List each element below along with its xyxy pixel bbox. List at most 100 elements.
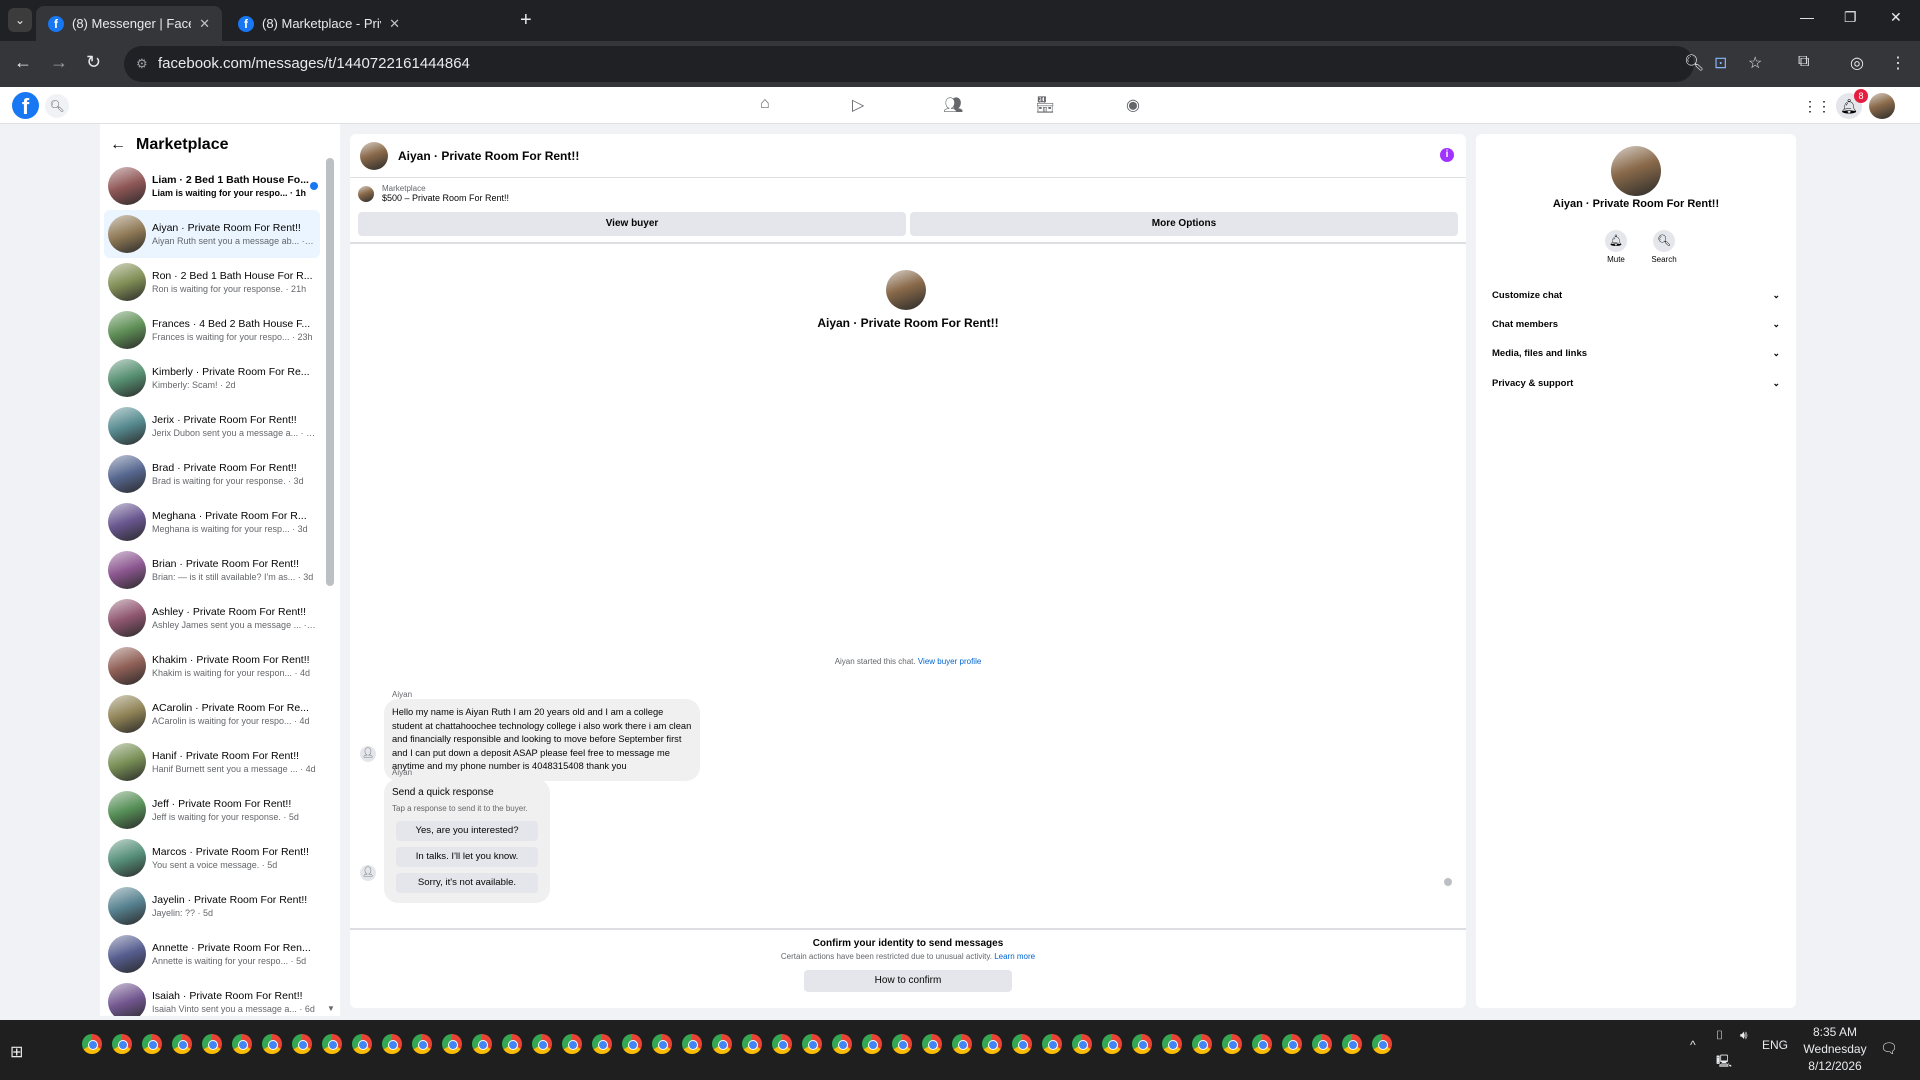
chrome-taskbar-icon[interactable] [652,1034,672,1054]
buyer-avatar[interactable] [886,270,926,310]
chrome-taskbar-icon[interactable] [1012,1034,1032,1054]
account-avatar[interactable] [1869,93,1895,119]
chat-list-item[interactable]: Isaiah · Private Room For Rent!! Isaiah V… [104,978,320,1016]
chat-list-item[interactable]: Kimberly · Private Room For Re... Kimberl… [104,354,320,402]
profile-icon[interactable]: ◎ [1850,53,1864,73]
home-icon[interactable]: ⌂ [760,95,770,113]
back-arrow-icon[interactable]: ← [110,136,126,154]
chat-list-item[interactable]: Frances · 4 Bed 2 Bath House F... Frances… [104,306,320,354]
details-avatar[interactable] [1611,146,1661,196]
view-buyer-profile-link[interactable]: View buyer profile [918,657,981,666]
chrome-taskbar-icon[interactable] [412,1034,432,1054]
chat-list-item[interactable]: Marcos · Private Room For Rent!! You sent… [104,834,320,882]
chrome-taskbar-icon[interactable] [442,1034,462,1054]
view-buyer-button[interactable]: View buyer [358,212,906,236]
tab-search-chevron-icon[interactable]: ⌄ [8,8,32,32]
marketplace-icon[interactable]: 🏪︎ [1035,95,1055,115]
chat-list-item[interactable]: Jayelin · Private Room For Rent!! Jayelin… [104,882,320,930]
site-info-icon[interactable]: ⚙ [136,46,148,82]
quick-response-option[interactable]: Sorry, it's not available. [396,873,538,894]
back-arrow-icon[interactable]: ← [14,52,32,73]
chrome-taskbar-icon[interactable] [592,1034,612,1054]
marketplace-listing-banner[interactable]: Marketplace $500 – Private Room For Rent… [358,184,509,203]
windows-start-icon[interactable]: ⊞ [10,1042,23,1062]
chrome-taskbar-icon[interactable] [1312,1034,1332,1054]
chat-list-scrollbar[interactable] [326,158,334,586]
forward-arrow-icon[interactable]: → [50,52,68,73]
minimize-window-icon[interactable]: — [1800,9,1814,25]
chrome-taskbar-icon[interactable] [802,1034,822,1054]
tab-messenger[interactable]: f (8) Messenger | Facebook ✕ [36,6,222,41]
language-indicator[interactable]: ENG [1762,1038,1788,1052]
chrome-taskbar-icon[interactable] [1192,1034,1212,1054]
chat-list-item[interactable]: Jeff · Private Room For Rent!! Jeff is wa… [104,786,320,834]
groups-icon[interactable]: ◉ [1126,95,1140,115]
chrome-taskbar-icon[interactable] [952,1034,972,1054]
chrome-taskbar-icon[interactable] [622,1034,642,1054]
chrome-taskbar-icon[interactable] [712,1034,732,1054]
chrome-taskbar-icon[interactable] [262,1034,282,1054]
chrome-taskbar-icon[interactable] [172,1034,192,1054]
chrome-taskbar-icon[interactable] [322,1034,342,1054]
chrome-taskbar-icon[interactable] [202,1034,222,1054]
info-icon[interactable]: i [1440,148,1454,162]
camera-icon[interactable]: ⌷ [1716,1028,1723,1043]
close-tab-icon[interactable]: ✕ [389,16,400,32]
quick-response-option[interactable]: Yes, are you interested? [396,821,538,842]
chrome-taskbar-icon[interactable] [1372,1034,1392,1054]
chrome-taskbar-icon[interactable] [1282,1034,1302,1054]
chrome-taskbar-icon[interactable] [1162,1034,1182,1054]
conversation-avatar[interactable] [360,141,388,170]
conversation-title[interactable]: Aiyan · Private Room For Rent!! [398,149,579,163]
chrome-taskbar-icon[interactable] [82,1034,102,1054]
close-window-icon[interactable]: ✕ [1890,9,1902,26]
media-files-links-row[interactable]: Media, files and links ⌄ [1484,341,1788,365]
customize-chat-row[interactable]: Customize chat ⌄ [1484,283,1788,307]
chrome-taskbar-icon[interactable] [382,1034,402,1054]
chat-list-item[interactable]: Annette · Private Room For Ren... Annette… [104,930,320,978]
close-tab-icon[interactable]: ✕ [199,16,210,32]
taskbar-clock[interactable]: 8:35 AM Wednesday 8/12/2026 [1790,1024,1880,1075]
chrome-taskbar-icon[interactable] [562,1034,582,1054]
chat-list-item[interactable]: Ashley · Private Room For Rent!! Ashley J… [104,594,320,642]
bookmark-star-icon[interactable]: ☆ [1748,53,1762,73]
zoom-icon[interactable]: 🔍︎ [1684,53,1704,73]
chrome-taskbar-icon[interactable] [292,1034,312,1054]
chrome-taskbar-icon[interactable] [892,1034,912,1054]
chrome-taskbar-icon[interactable] [1072,1034,1092,1054]
volume-icon[interactable]: 🔊︎ [1740,1028,1748,1043]
chrome-taskbar-icon[interactable] [862,1034,882,1054]
notification-center-icon[interactable]: 🗨︎ [1880,1040,1898,1057]
chrome-taskbar-icon[interactable] [112,1034,132,1054]
chrome-taskbar-icon[interactable] [1222,1034,1242,1054]
chat-list-item[interactable]: Meghana · Private Room For R... Meghana i… [104,498,320,546]
address-bar[interactable]: ⚙ facebook.com/messages/t/14407221614448… [124,46,1694,82]
chrome-taskbar-icon[interactable] [142,1034,162,1054]
search-icon[interactable]: 🔍︎ [45,94,69,118]
chrome-taskbar-icon[interactable] [1342,1034,1362,1054]
chat-list-item[interactable]: Khakim · Private Room For Rent!! Khakim i… [104,642,320,690]
chrome-taskbar-icon[interactable] [472,1034,492,1054]
network-icon[interactable]: 🖳 [1716,1052,1732,1073]
chrome-taskbar-icon[interactable] [982,1034,1002,1054]
chat-list-item[interactable]: Brad · Private Room For Rent!! Brad is wa… [104,450,320,498]
chrome-taskbar-icon[interactable] [682,1034,702,1054]
chat-list-item[interactable]: Brian · Private Room For Rent!! Brian: — … [104,546,320,594]
chrome-taskbar-icon[interactable] [772,1034,792,1054]
chat-members-row[interactable]: Chat members ⌄ [1484,312,1788,336]
search-button[interactable]: 🔍︎ Search [1644,230,1684,264]
scroll-down-arrow-icon[interactable]: ▼ [327,1004,335,1013]
video-icon[interactable]: ▷ [852,95,864,115]
chrome-taskbar-icon[interactable] [1252,1034,1272,1054]
chrome-taskbar-icon[interactable] [352,1034,372,1054]
chat-list-item[interactable]: Ron · 2 Bed 1 Bath House For R... Ron is … [104,258,320,306]
chrome-taskbar-icon[interactable] [1132,1034,1152,1054]
tab-marketplace[interactable]: f (8) Marketplace - Private Room ✕ [226,6,412,41]
chat-list-item[interactable]: Hanif · Private Room For Rent!! Hanif Bur… [104,738,320,786]
restore-window-icon[interactable]: ❐ [1844,9,1857,26]
extensions-icon[interactable]: ⧉ [1798,53,1809,71]
chrome-taskbar-icon[interactable] [532,1034,552,1054]
mute-button[interactable]: 🔔︎ Mute [1596,230,1636,264]
privacy-support-row[interactable]: Privacy & support ⌄ [1484,371,1788,395]
chat-list-item[interactable]: Liam · 2 Bed 1 Bath House Fo... Liam is w… [104,162,320,210]
